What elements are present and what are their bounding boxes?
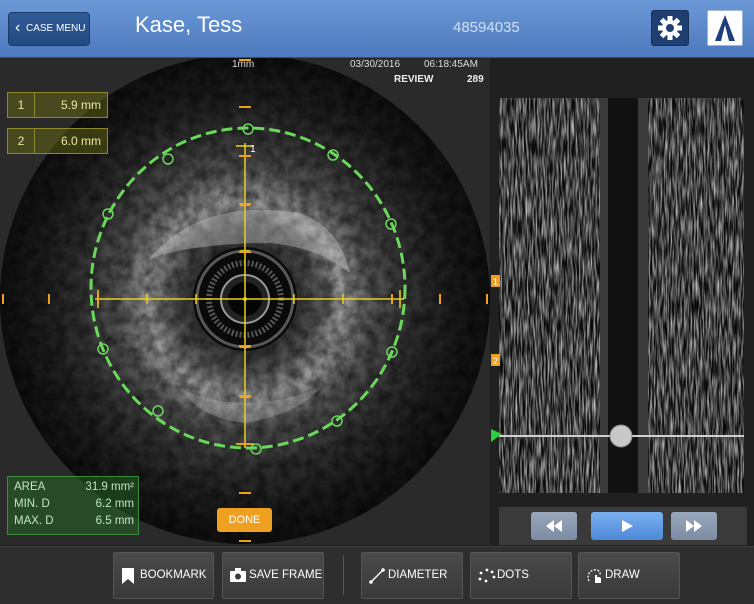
contour-number: 1 xyxy=(250,144,256,155)
bookmark-icon xyxy=(122,568,134,584)
mode-label: REVIEW xyxy=(394,74,434,85)
diameter-label: DIAMETER xyxy=(388,569,448,581)
save-frame-label: SAVE FRAME xyxy=(249,569,323,581)
measurement-2[interactable]: 2 6.0 mm xyxy=(7,128,108,154)
draw-icon xyxy=(587,569,601,583)
play-icon xyxy=(622,520,633,532)
header-bar: ‹ CASE MENU Kase, Tess 48594035 xyxy=(0,0,754,58)
frame-slider-handle xyxy=(609,424,633,448)
gear-icon xyxy=(658,16,682,40)
measurement-1[interactable]: 1 5.9 mm xyxy=(7,92,108,118)
svg-text:1: 1 xyxy=(493,277,498,287)
fast-forward-icon xyxy=(686,520,702,532)
draw-label: DRAW xyxy=(605,569,640,581)
diameter-icon xyxy=(369,568,385,584)
measurement-index: 2 xyxy=(8,129,35,153)
svg-text:2: 2 xyxy=(493,356,498,366)
area-value: 31.9 mm² xyxy=(85,481,134,493)
save-frame-button[interactable]: SAVE FRAME xyxy=(222,552,324,599)
playback-controls xyxy=(499,507,747,545)
stats-panel: AREA 31.9 mm² MIN. D 6.2 mm MAX. D 6.5 m… xyxy=(7,476,139,535)
fast-forward-button[interactable] xyxy=(671,512,717,540)
settings-button[interactable] xyxy=(651,10,689,46)
longitudinal-view[interactable]: 1 2 xyxy=(491,58,754,545)
measurement-value: 6.0 mm xyxy=(60,134,101,148)
measurement-value: 5.9 mm xyxy=(60,98,101,112)
date-label: 03/30/2016 xyxy=(350,59,401,70)
measurement-index: 1 xyxy=(8,93,35,117)
rewind-button[interactable] xyxy=(531,512,577,540)
case-menu-button[interactable]: ‹ CASE MENU xyxy=(8,12,90,46)
bookmark-label: BOOKMARK xyxy=(140,569,207,581)
patient-name: Kase, Tess xyxy=(135,12,243,37)
max-diameter-label: MAX. D xyxy=(14,515,54,527)
frame-number: 289 xyxy=(467,74,484,85)
draw-button[interactable]: DRAW xyxy=(578,552,680,599)
patient-id: 48594035 xyxy=(453,19,520,36)
logo-button[interactable] xyxy=(707,10,743,46)
dots-button[interactable]: DOTS xyxy=(470,552,572,599)
bookmark-button[interactable]: BOOKMARK xyxy=(113,552,214,599)
dots-icon xyxy=(478,568,496,583)
longitudinal-image: 1 2 xyxy=(491,58,754,507)
min-diameter-label: MIN. D xyxy=(14,498,50,510)
rewind-icon xyxy=(546,520,562,532)
scale-label: 1mm xyxy=(232,59,255,70)
dots-label: DOTS xyxy=(497,569,529,581)
toolbar-divider xyxy=(343,555,344,595)
logo-icon xyxy=(715,15,735,41)
play-button[interactable] xyxy=(591,512,663,540)
diameter-button[interactable]: DIAMETER xyxy=(361,552,463,599)
case-menu-label: CASE MENU xyxy=(26,23,86,34)
bottom-toolbar: BOOKMARK SAVE FRAME DIAMETER DOTS DRAW xyxy=(0,546,754,604)
time-label: 06:18:45AM xyxy=(424,59,478,70)
chevron-left-icon: ‹ xyxy=(15,19,21,36)
camera-icon xyxy=(230,568,246,582)
min-diameter-value: 6.2 mm xyxy=(95,498,134,510)
cross-section-view[interactable]: 1 1mm 03/30/2016 06:18:45AM REVIEW 289 1… xyxy=(0,58,490,545)
done-button[interactable]: DONE xyxy=(217,508,272,532)
area-label: AREA xyxy=(14,481,46,493)
max-diameter-value: 6.5 mm xyxy=(95,515,134,527)
